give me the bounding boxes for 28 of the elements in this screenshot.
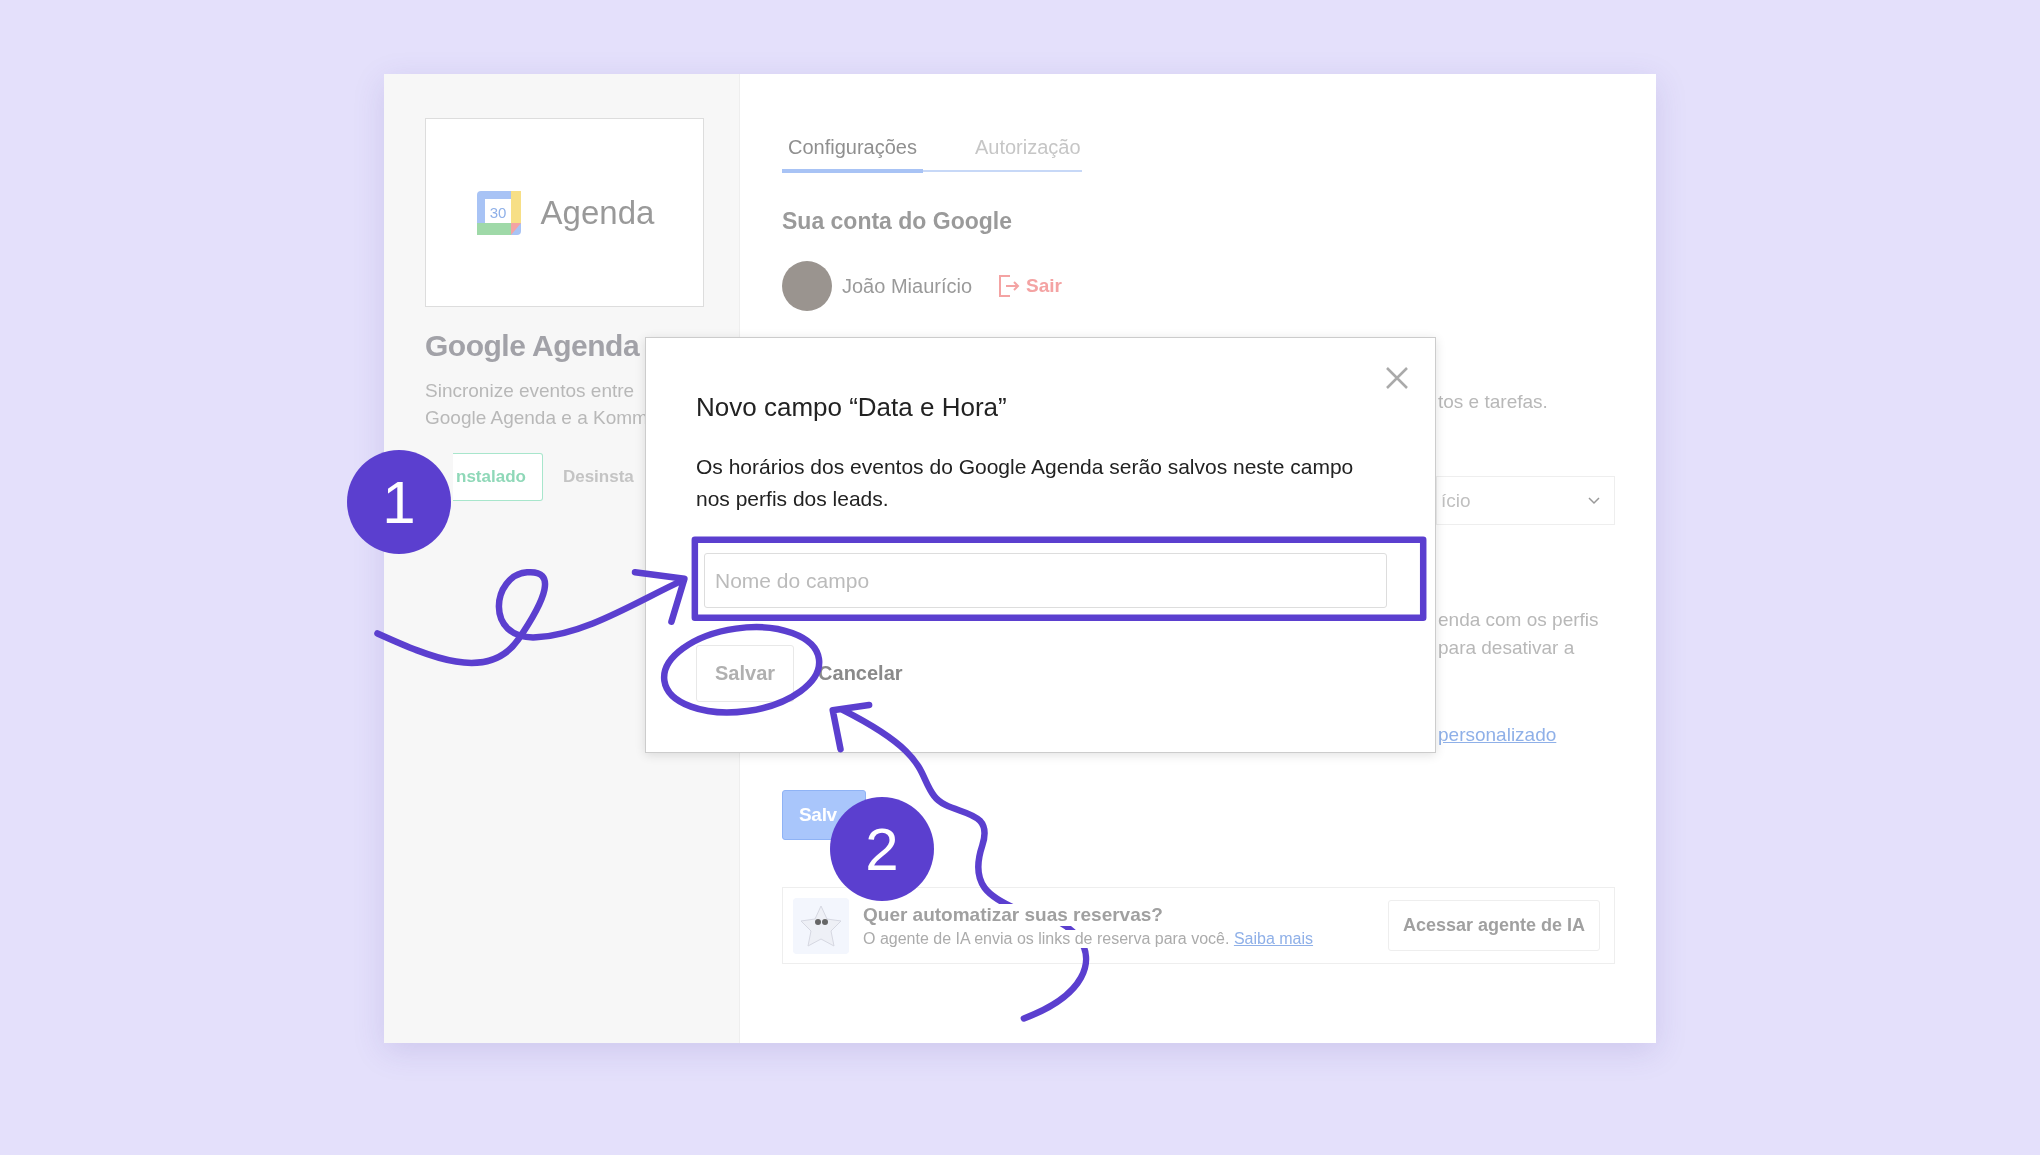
info-text: enda com os perfis (1438, 608, 1600, 632)
section-heading: Sua conta do Google (782, 208, 1013, 235)
promo-text: O agente de IA envia os links de reserva para você. Saiba mais (863, 929, 1314, 948)
promo-title: Quer automatizar suas reservas? (863, 903, 1163, 926)
installed-button[interactable]: nstalado (453, 453, 543, 501)
account-name: João Miaurício (842, 274, 973, 298)
dialog-text: Os horários dos eventos do Google Agenda serão salvos neste campo nos perfis dos leads. (696, 454, 1355, 512)
save-button[interactable]: Salvar (696, 645, 795, 702)
custom-link[interactable]: personalizado (1438, 724, 1656, 746)
tab[interactable]: Autorização (968, 136, 1087, 173)
logo-text: Agenda (540, 193, 655, 232)
input-field[interactable]: Nome do campo (704, 553, 1387, 608)
app-title: Google Agenda (425, 329, 641, 363)
tab[interactable]: Configurações (782, 136, 923, 173)
info-text: para desativar a (1438, 636, 1576, 660)
chevron-down-icon (1588, 496, 1600, 505)
app-description: Sincronize eventos entre (425, 379, 636, 403)
learn-more-link[interactable]: Saiba mais (1233, 929, 1314, 947)
dialog-title: Novo campo “Data e Hora” (696, 392, 1008, 423)
step-number: 1 (347, 450, 451, 554)
ai-agent-button[interactable]: Acessar agente de IA (1387, 900, 1600, 951)
logout-button[interactable]: Sair (998, 274, 1062, 298)
dropdown[interactable]: ício (1436, 476, 1615, 525)
avatar-photo (782, 261, 832, 311)
logout-icon (998, 274, 1021, 298)
cancel-button[interactable]: Cancelar (818, 662, 903, 685)
calendar-icon: 30 (474, 188, 523, 237)
description-text: tos e tarefas. (1438, 391, 1549, 413)
